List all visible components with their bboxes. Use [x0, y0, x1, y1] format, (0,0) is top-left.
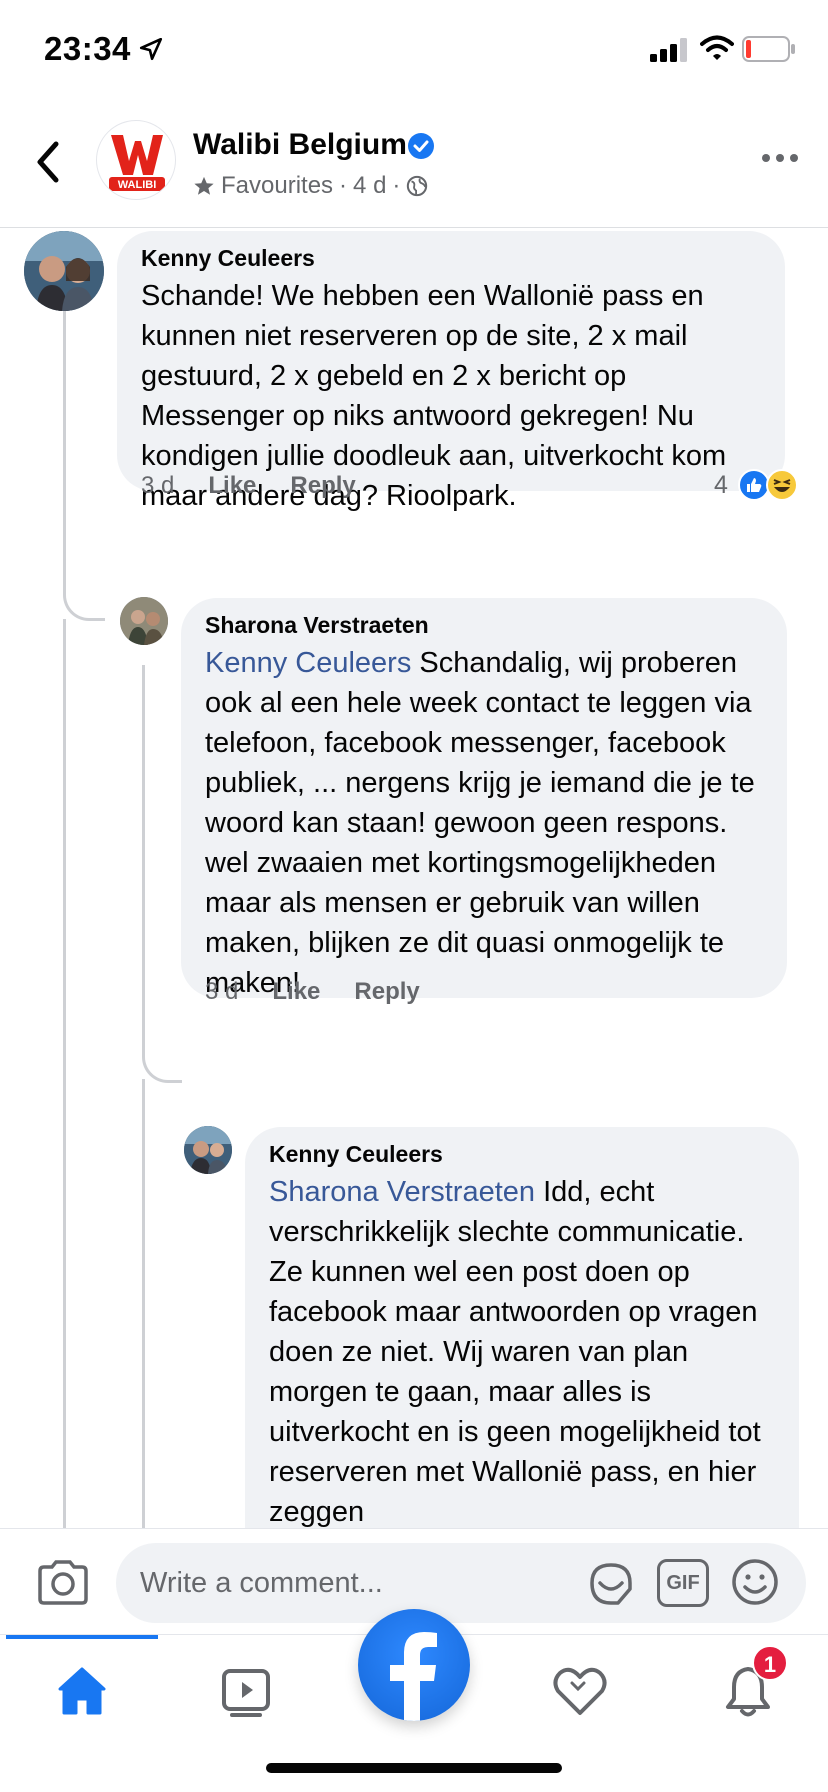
thread-connector: [142, 1079, 145, 1529]
location-arrow-icon: [139, 37, 163, 61]
home-indicator: [266, 1763, 562, 1773]
comment-text: Kenny Ceuleers Schandalig, wij proberen …: [205, 643, 763, 1003]
heart-icon[interactable]: [550, 1661, 610, 1721]
logo-text: WALIBI: [118, 179, 157, 191]
mention-link[interactable]: Sharona Verstraeten: [269, 1176, 535, 1208]
comment-actions: 3 d Like Reply: [141, 472, 356, 500]
comment-text: Sharona Verstraeten Idd, echt verschrikk…: [269, 1172, 775, 1529]
facebook-logo-icon[interactable]: [358, 1609, 470, 1721]
avatar[interactable]: [184, 1126, 232, 1174]
comment-bubble[interactable]: Kenny Ceuleers Schande! We hebben een Wa…: [117, 231, 785, 512]
watch-icon[interactable]: [216, 1661, 276, 1721]
reaction-count: 4: [714, 470, 728, 499]
like-button[interactable]: Like: [208, 472, 256, 500]
reply-button[interactable]: Reply: [354, 978, 419, 1006]
post-meta: Favourites · 4 d ·: [193, 172, 428, 200]
home-icon[interactable]: [52, 1661, 112, 1721]
page-logo[interactable]: WALIBI: [96, 120, 176, 200]
comment-author[interactable]: Sharona Verstraeten: [205, 612, 763, 639]
comment-author[interactable]: Kenny Ceuleers: [269, 1141, 775, 1168]
comment-bubble[interactable]: Sharona Verstraeten Kenny Ceuleers Schan…: [181, 598, 787, 999]
thread-connector: [63, 309, 105, 621]
comment-bubble[interactable]: Kenny Ceuleers Sharona Verstraeten Idd, …: [245, 1127, 799, 1529]
comment-time[interactable]: 3 d: [141, 472, 174, 500]
active-tab-indicator: [6, 1635, 158, 1639]
comment-body: Idd, echt verschrikkelijk slechte commun…: [269, 1176, 761, 1528]
favourites-label[interactable]: Favourites: [221, 172, 333, 200]
facebook-f-icon: [390, 1632, 437, 1721]
avatar-photo: [120, 597, 168, 645]
gif-icon[interactable]: GIF: [657, 1559, 709, 1607]
more-icon[interactable]: [760, 148, 800, 168]
meta-separator: ·: [392, 172, 401, 199]
avatar-photo: [24, 231, 104, 311]
avatar[interactable]: [24, 231, 104, 311]
thread-connector: [63, 619, 66, 1529]
star-icon: [194, 176, 214, 195]
globe-icon: [407, 175, 428, 197]
comment-time[interactable]: 3 d: [205, 978, 238, 1006]
camera-icon[interactable]: [36, 1559, 90, 1605]
gif-label: GIF: [666, 1571, 700, 1594]
haha-reaction-icon: [765, 469, 798, 501]
avatar[interactable]: [120, 597, 168, 645]
walibi-logo-icon: WALIBI: [109, 135, 165, 191]
notification-badge: 1: [752, 1645, 788, 1681]
mention-link[interactable]: Kenny Ceuleers: [205, 647, 411, 679]
comment-actions: 3 d Like Reply: [205, 978, 420, 1006]
comment-body: Schandalig, wij proberen ook al een hele…: [205, 647, 755, 999]
post-age[interactable]: 4 d: [353, 172, 386, 200]
battery-icon: [742, 36, 795, 62]
like-button[interactable]: Like: [272, 978, 320, 1006]
thread-connector: [142, 665, 182, 1083]
back-icon[interactable]: [30, 134, 70, 190]
verified-icon: [408, 133, 434, 159]
status-bar: 23:34: [0, 0, 828, 100]
tab-bar: 1: [0, 1609, 828, 1792]
status-time: 23:34: [44, 30, 131, 67]
wifi-icon: [700, 35, 734, 60]
meta-separator: ·: [339, 172, 348, 199]
avatar-photo: [184, 1126, 232, 1174]
post-header: WALIBI Walibi Belgium Favourites · 4 d ·: [0, 110, 828, 228]
comment-thread: Kenny Ceuleers Schande! We hebben een Wa…: [0, 229, 828, 1529]
sticker-icon[interactable]: [586, 1559, 636, 1607]
reaction-summary[interactable]: 4: [714, 469, 798, 501]
emoji-icon[interactable]: [730, 1557, 780, 1607]
comment-author[interactable]: Kenny Ceuleers: [141, 245, 761, 272]
signal-icon: [650, 38, 687, 62]
reply-button[interactable]: Reply: [290, 472, 355, 500]
page-name[interactable]: Walibi Belgium: [193, 128, 407, 162]
